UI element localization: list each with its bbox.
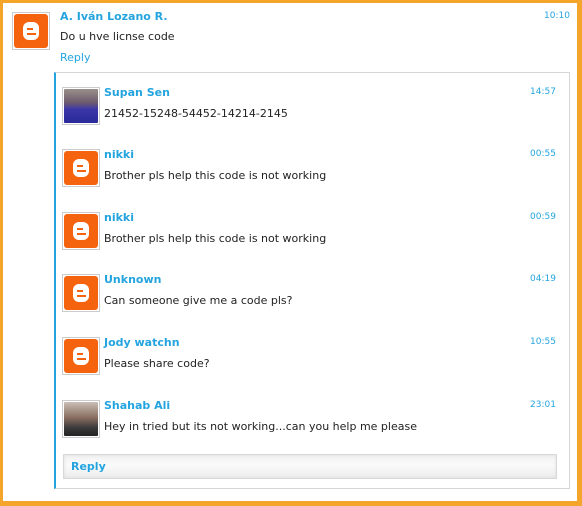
reply-text: Brother pls help this code is not workin…: [104, 169, 327, 182]
avatar[interactable]: [62, 400, 100, 438]
blogger-icon: [64, 151, 98, 185]
reply-time[interactable]: 23:01: [530, 400, 556, 410]
reply-time[interactable]: 14:57: [530, 87, 556, 97]
reply-time[interactable]: 00:55: [530, 149, 556, 159]
reply-author[interactable]: Supan Sen: [104, 86, 170, 99]
user-photo-icon: [64, 89, 98, 123]
reply-time[interactable]: 04:19: [530, 274, 556, 284]
reply-text: Please share code?: [104, 357, 210, 370]
reply-text: 21452-15248-54452-14214-2145: [104, 107, 288, 120]
reply-text: Brother pls help this code is not workin…: [104, 232, 327, 245]
reply-author[interactable]: Shahab Ali: [104, 399, 170, 412]
comment-text: Do u hve licnse code: [60, 30, 175, 43]
blogger-icon: [64, 214, 98, 248]
reply-text: Can someone give me a code pls?: [104, 294, 293, 307]
reply-author[interactable]: Unknown: [104, 273, 161, 286]
thread-reply-label: Reply: [71, 460, 106, 473]
reply-author[interactable]: Jody watchn: [104, 336, 180, 349]
blogger-icon: [64, 276, 98, 310]
avatar[interactable]: [62, 337, 100, 375]
blogger-icon: [14, 14, 48, 48]
comment-author[interactable]: A. Iván Lozano R.: [60, 10, 168, 23]
avatar[interactable]: [62, 149, 100, 187]
reply-text: Hey in tried but its not working...can y…: [104, 420, 417, 433]
avatar[interactable]: [62, 87, 100, 125]
avatar[interactable]: [62, 274, 100, 312]
blogger-icon: [64, 339, 98, 373]
user-photo-icon: [64, 402, 98, 436]
reply-author[interactable]: nikki: [104, 211, 134, 224]
reply-time[interactable]: 00:59: [530, 212, 556, 222]
reply-link[interactable]: Reply: [60, 51, 90, 64]
avatar[interactable]: [62, 212, 100, 250]
avatar[interactable]: [12, 12, 50, 50]
comment-time[interactable]: 10:10: [544, 11, 570, 21]
reply-time[interactable]: 10:55: [530, 337, 556, 347]
thread-reply-button[interactable]: Reply: [63, 454, 557, 479]
reply-author[interactable]: nikki: [104, 148, 134, 161]
